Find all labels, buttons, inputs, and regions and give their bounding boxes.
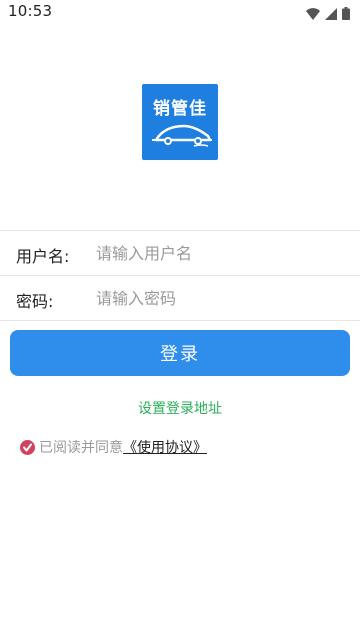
- terms-of-use-link[interactable]: 《使用协议》: [123, 437, 207, 457]
- username-row: 用户名:: [0, 231, 360, 275]
- agreement-row: 已阅读并同意 《使用协议》: [20, 438, 207, 456]
- status-time: 10:53: [8, 2, 53, 20]
- check-icon: [23, 443, 32, 451]
- set-login-url-link[interactable]: 设置登录地址: [0, 398, 360, 418]
- divider-bottom: [0, 320, 360, 321]
- password-row: 密码:: [0, 276, 360, 320]
- car-icon: [152, 124, 212, 147]
- app-logo: 销管佳: [142, 84, 218, 160]
- username-input[interactable]: [90, 237, 346, 269]
- username-label: 用户名:: [16, 247, 70, 266]
- status-bar: 10:53: [0, 0, 360, 24]
- battery-icon: [342, 5, 350, 24]
- signal-icon: [325, 5, 337, 24]
- agreement-checkbox[interactable]: [20, 439, 35, 455]
- password-label: 密码:: [16, 292, 54, 311]
- agreement-text: 已阅读并同意: [39, 440, 123, 456]
- login-button[interactable]: 登录: [10, 330, 350, 376]
- status-icons: [306, 5, 350, 24]
- wifi-icon: [306, 5, 320, 24]
- password-input[interactable]: [90, 282, 346, 314]
